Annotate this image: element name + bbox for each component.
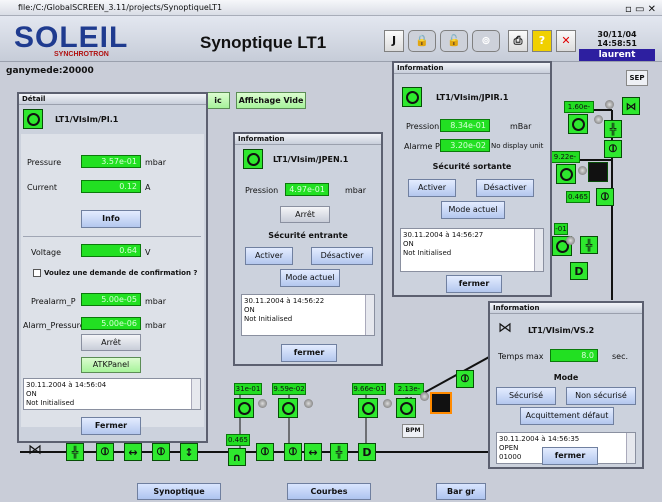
profile4-icon[interactable]: ⦶ [284, 443, 302, 461]
ion-pump5-icon[interactable] [568, 114, 588, 134]
jpir-fermer-button[interactable]: fermer [446, 275, 502, 293]
gauge-icon[interactable]: ∩ [228, 448, 246, 466]
grid4-icon[interactable]: ╬ [580, 236, 598, 254]
detail-log: 30.11.2004 à 14:56:04 ON Not Initialised [23, 378, 201, 410]
line-label-6: 9.66e-01 [352, 383, 386, 395]
jpir-device-name: LT1/VIsim/JPIR.1 [436, 93, 509, 102]
jpir-panel: Information LT1/VIsim/JPIR.1 Pression 8.… [392, 61, 552, 297]
steerer-v-icon[interactable]: ↕ [180, 443, 198, 461]
valve-device-icon: ⋈ [498, 320, 512, 336]
courbes-button[interactable]: Courbes [287, 483, 371, 500]
jpir-device-icon [402, 87, 422, 107]
status-led4 [420, 392, 429, 401]
ion-pump-icon[interactable] [234, 398, 254, 418]
jpir-pression-value: 8.34e-01 [440, 119, 490, 132]
bpm-button[interactable]: BPM [402, 424, 424, 438]
profile3-icon[interactable]: ⦶ [256, 443, 274, 461]
jpir-activer-button[interactable]: Activer [408, 179, 456, 197]
status-led [258, 399, 267, 408]
jpen-mode-button[interactable]: Mode actuel [280, 269, 340, 287]
ion-pump4-icon[interactable] [396, 398, 416, 418]
detail-device-name: LT1/VIsIm/PI.1 [55, 115, 119, 124]
steerer-icon[interactable]: ↔ [124, 443, 142, 461]
profile6-icon[interactable]: ⦶ [604, 140, 622, 158]
screen-icon[interactable] [588, 162, 608, 182]
jpen-desactiver-button[interactable]: Désactiver [311, 247, 373, 265]
jpir-mode-button[interactable]: Mode actuel [441, 201, 505, 219]
status-led2 [304, 399, 313, 408]
non-securise-button[interactable]: Non sécurisé [566, 387, 636, 405]
status-led5 [605, 100, 614, 109]
scrollbar[interactable] [534, 229, 543, 271]
jpir-log: 30.11.2004 à 14:56:27 ON Not Initialised [400, 228, 544, 272]
jpen-device-icon [243, 149, 263, 169]
steerer2-icon[interactable]: ↔ [304, 443, 322, 461]
grid2-icon[interactable]: ╬ [330, 443, 348, 461]
prealarm-value[interactable]: 5.00e-05 [81, 293, 141, 306]
status-led7 [578, 166, 587, 175]
jpen-pression-value: 4.97e-01 [285, 183, 329, 196]
line-label-5: 9.59e-02 [272, 383, 306, 395]
jpen-log: 30.11.2004 à 14:56:22 ON Not Initialised [241, 294, 375, 336]
profile5-icon[interactable]: ⦶ [456, 370, 474, 388]
info-button[interactable]: Info [81, 210, 141, 228]
fermer-button[interactable]: Fermer [81, 417, 141, 435]
status-led3 [383, 399, 392, 408]
scrollbar[interactable] [191, 379, 200, 409]
voltage-value: 0.64 [81, 244, 141, 257]
profile7-icon[interactable]: ⦶ [596, 188, 614, 206]
line-label-1: 1.60e-01 [564, 101, 594, 122]
status-led8 [566, 236, 575, 245]
line-label-2: 9.22e-02 [550, 151, 580, 172]
acquittement-button[interactable]: Acquittement défaut [520, 407, 614, 425]
temps-max-value: 8.0 [550, 349, 598, 362]
jpir-desactiver-button[interactable]: Désactiver [476, 179, 534, 197]
scrollbar[interactable] [626, 433, 635, 463]
ion-pump2-icon[interactable] [278, 398, 298, 418]
ion-pump3-icon[interactable] [358, 398, 378, 418]
line-label-8: 0.465 [226, 434, 250, 446]
ion-pump6-icon[interactable] [556, 164, 576, 184]
profile2-icon[interactable]: ⦶ [152, 443, 170, 461]
status-led6 [594, 115, 603, 124]
jpir-alarme-value: 3.20e-02 [440, 139, 490, 152]
jpir-title: Information [394, 63, 550, 74]
detail-title: Détail [19, 94, 206, 105]
vs2-device-name: LT1/VIsim/VS.2 [528, 326, 595, 335]
jpen-title: Information [235, 134, 381, 145]
d2-icon[interactable]: D [570, 262, 588, 280]
profile-icon[interactable]: ⦶ [96, 443, 114, 461]
valve-icon[interactable]: ⋈ [28, 442, 42, 458]
vs2-title: Information [490, 303, 642, 314]
jpen-panel: Information LT1/VIsim/JPEN.1 Pression 4.… [233, 132, 383, 366]
valve2-icon[interactable]: ⋈ [622, 97, 640, 115]
grid-icon[interactable]: ╬ [66, 443, 84, 461]
detail-device-icon [23, 109, 43, 129]
scrollbar[interactable] [365, 295, 374, 335]
detail-panel: Détail LT1/VIsIm/PI.1 Pressure 3.57e-01 … [17, 92, 208, 443]
d-icon[interactable]: D [358, 443, 376, 461]
vs2-panel: Information ⋈ LT1/VIsim/VS.2 Temps max 8… [488, 301, 644, 469]
arret-button[interactable]: Arrêt [81, 334, 141, 351]
vs2-fermer-button[interactable]: fermer [542, 447, 598, 465]
bar-graph-button[interactable]: Bar gr [436, 483, 486, 500]
jpen-activer-button[interactable]: Activer [245, 247, 293, 265]
pressure-value: 3.57e-01 [81, 155, 141, 168]
current-value: 0.12 [81, 180, 141, 193]
jpen-arret-button[interactable]: Arrêt [280, 206, 330, 223]
jpen-fermer-button[interactable]: fermer [281, 344, 337, 362]
line-label-3: 0.465 [566, 191, 590, 203]
alarm-value[interactable]: 5.00e-06 [81, 317, 141, 330]
synoptique-button[interactable]: Synoptique [137, 483, 221, 500]
line-label-7: 2.13e-01 [394, 383, 424, 404]
line-label-9: 31e-01 [234, 383, 262, 395]
jpen-device-name: LT1/VIsim/JPEN.1 [273, 155, 349, 164]
grid3-icon[interactable]: ╬ [604, 120, 622, 138]
confirm-checkbox[interactable] [33, 269, 41, 277]
line-label-4: -01 [554, 223, 568, 235]
atkpanel-button[interactable]: ATKPanel [81, 357, 141, 373]
camera-icon[interactable] [430, 392, 452, 414]
securise-button[interactable]: Sécurisé [496, 387, 556, 405]
